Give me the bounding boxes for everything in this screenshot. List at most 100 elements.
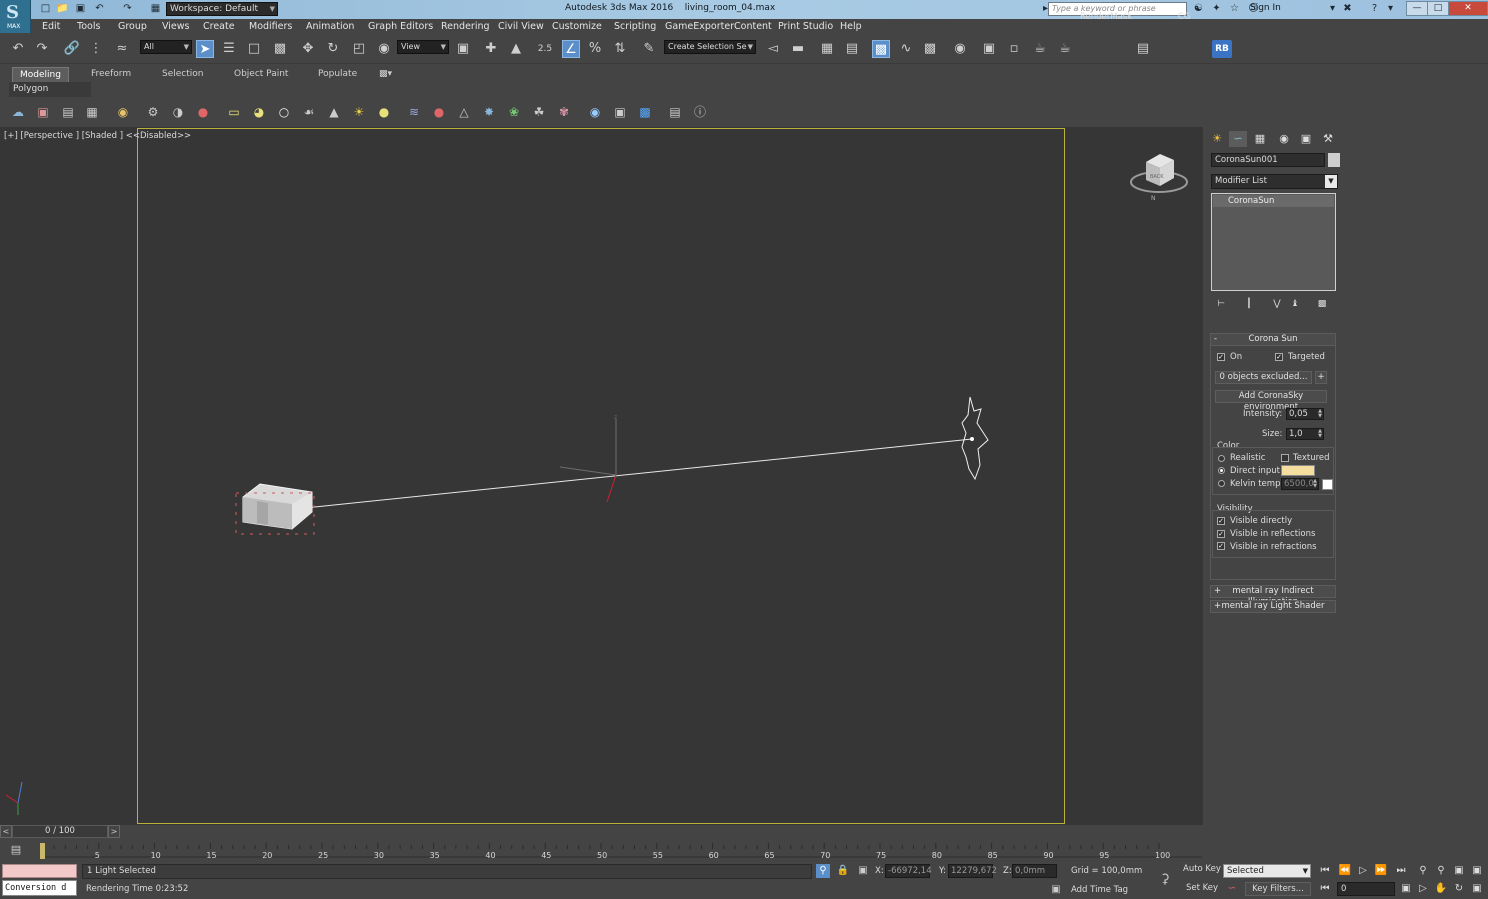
menu-help[interactable]: Help [840,21,862,32]
polygon-modeling-panel[interactable]: Polygon Modeling [9,82,91,109]
menu-civil-view[interactable]: Civil View [498,21,544,32]
current-frame-marker[interactable] [40,843,45,859]
pivot-center-icon[interactable]: ▣ [454,40,472,58]
modifier-stack[interactable] [1211,193,1336,291]
spinner-snap-icon[interactable]: ⇅ [611,40,629,58]
scale-icon[interactable]: ◰ [350,40,368,58]
next-frame-icon[interactable]: ⏩ [1373,864,1389,878]
corona-settings-icon[interactable]: ▤ [666,103,684,121]
absolute-transform-icon[interactable]: ▣ [856,864,870,878]
corona-vfb-icon[interactable]: ▣ [34,103,52,121]
render-setup-icon[interactable]: ▣ [980,40,998,58]
time-slider-next-icon[interactable]: > [108,825,120,838]
bind-to-space-warp-icon[interactable]: ≈ [113,40,131,58]
placement-icon[interactable]: ◉ [375,40,393,58]
menu-scripting[interactable]: Scripting [614,21,656,32]
window-crossing-icon[interactable]: ▩ [271,40,289,58]
communication-center-icon[interactable]: ✦ [1209,2,1224,16]
kelvin-temp-radio[interactable] [1218,480,1225,487]
menu-content[interactable]: Content [734,21,772,32]
make-unique-icon[interactable]: ⋁ [1270,298,1284,311]
maxscript-listener-output[interactable] [2,864,77,878]
selection-lock-icon[interactable]: 🔒 [836,864,850,878]
time-configuration-icon[interactable]: ▣ [1398,882,1414,896]
field-of-view-icon[interactable]: ▷ [1415,882,1431,896]
menu-customize[interactable]: Customize [552,21,602,32]
corona-light-lister-icon[interactable]: ◉ [114,103,132,121]
orbit-icon[interactable]: ↻ [1451,882,1467,896]
application-menu-button[interactable]: S MAX [0,0,31,33]
menu-group[interactable]: Group [118,21,147,32]
maximize-viewport-icon[interactable]: ▣ [1469,882,1485,896]
corona-fur-icon[interactable]: ❀ [505,103,523,121]
time-slider-thumb[interactable]: 0 / 100 [12,825,108,838]
zoom-icon[interactable]: ⚲ [1415,864,1431,878]
on-checkbox[interactable]: ✓ [1217,353,1225,361]
modifier-stack-item[interactable]: CoronaSun [1213,195,1334,207]
new-scene-icon[interactable]: □ [38,2,53,16]
cg-button[interactable]: CG [1178,12,1191,22]
menu-rendering[interactable]: Rendering [441,21,490,32]
menu-modifiers[interactable]: Modifiers [249,21,292,32]
spinner-arrows-icon[interactable]: ▲ ▼ [1318,429,1322,439]
select-by-name-icon[interactable]: ☰ [220,40,238,58]
remove-modifier-icon[interactable]: ♝ [1288,298,1302,311]
align-icon[interactable]: ▬ [789,40,807,58]
angle-snap-icon[interactable]: ∠ [562,40,580,58]
edit-named-selection-icon[interactable]: ✎ [640,40,658,58]
corona-proxy-icon[interactable]: ⚙ [144,103,162,121]
targeted-checkbox[interactable]: ✓ [1275,353,1283,361]
tab-object-paint[interactable]: Object Paint [227,67,295,82]
key-mode-icon[interactable]: ∽ [1225,882,1239,896]
go-to-start-icon[interactable]: ⏮ [1317,864,1333,878]
undo-icon[interactable]: ↶ [92,2,107,16]
isolate-selection-icon[interactable]: ⚲ [816,864,830,878]
corona-material-icon[interactable]: ● [194,103,212,121]
layer-manager-icon[interactable]: ▤ [843,40,861,58]
zoom-extents-all-icon[interactable]: ▣ [1469,864,1485,878]
direct-input-radio[interactable] [1218,467,1225,474]
exchange-apps-icon[interactable]: ✖ [1340,2,1355,16]
y-coord-field[interactable]: 12279,672 [948,864,997,878]
corona-sun-icon[interactable]: ◑ [169,103,187,121]
zoom-all-icon[interactable]: ⚲ [1433,864,1449,878]
kelvin-color-swatch[interactable] [1322,479,1333,490]
create-panel-icon[interactable]: ☀ [1208,131,1226,147]
corona-scatter-icon[interactable]: ≋ [405,103,423,121]
project-folder-icon[interactable]: ▦ [148,2,163,16]
corona-sky-icon[interactable]: ● [375,103,393,121]
set-key-button[interactable]: Set Key [1186,883,1218,893]
corona-sun-light-icon[interactable]: ☀ [350,103,368,121]
x-coord-field[interactable]: -66972,14 [885,864,932,878]
object-color-swatch[interactable] [1328,153,1340,167]
unlink-selection-icon[interactable]: ⋮ [87,40,105,58]
size-spinner[interactable]: 1,0 ▲ ▼ [1286,428,1324,440]
corona-cone-icon[interactable]: ▲ [325,103,343,121]
rendermask-button[interactable]: RenderMask [1080,12,1132,22]
visible-refractions-checkbox[interactable]: ✓ [1217,542,1225,550]
rectangular-selection-icon[interactable]: □ [245,40,263,58]
reference-coordinate-dropdown[interactable]: View ▼ [397,40,449,54]
select-object-icon[interactable]: ➤ [196,40,214,58]
corona-interactive-icon[interactable]: ◉ [586,103,604,121]
textured-checkbox[interactable] [1281,454,1289,462]
object-name-field[interactable]: CoronaSun001 [1211,153,1325,167]
key-selection-dropdown[interactable]: Selected ▼ [1223,864,1311,878]
layer-explorer-icon[interactable]: ▦ [818,40,836,58]
time-slider[interactable] [0,825,1203,838]
play-icon[interactable]: ▷ [1355,864,1371,878]
menu-views[interactable]: Views [162,21,190,32]
configure-modifier-sets-icon[interactable]: ▩ [1315,298,1329,311]
spinner-arrows-icon[interactable]: ▲ ▼ [1313,479,1317,489]
go-to-end-icon[interactable]: ⏭ [1393,864,1409,878]
corona-help-icon[interactable]: ⓘ [691,103,709,121]
zoom-extents-icon[interactable]: ▣ [1451,864,1467,878]
corona-converter-icon[interactable]: ▤ [59,103,77,121]
corona-light-plane-icon[interactable]: ▭ [225,103,243,121]
direct-input-color-swatch[interactable] [1281,465,1315,476]
realistic-radio[interactable] [1218,455,1225,462]
visible-directly-checkbox[interactable]: ✓ [1217,517,1225,525]
material-editor-icon[interactable]: ◉ [951,40,969,58]
corona-sun-rollout-header[interactable]: - Corona Sun [1210,333,1336,346]
render-iterative-icon[interactable]: ☕ [1056,40,1074,58]
